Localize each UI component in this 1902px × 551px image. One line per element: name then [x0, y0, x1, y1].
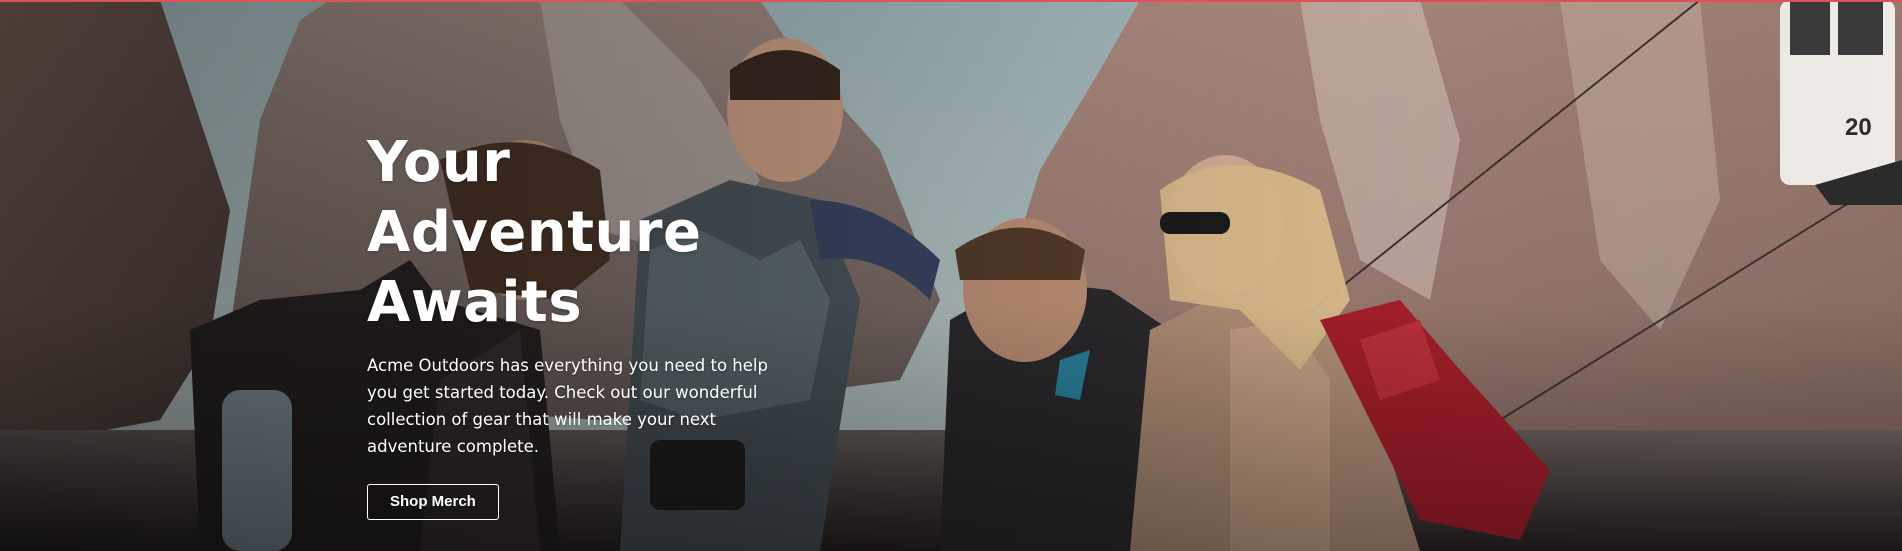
hero-title: Your Adventure Awaits	[367, 128, 837, 338]
shop-merch-button[interactable]: Shop Merch	[367, 484, 499, 520]
hero-description: Acme Outdoors has everything you need to…	[367, 356, 768, 456]
top-accent-bar	[0, 0, 1902, 2]
hero-banner: 20 Your Adventure	[0, 0, 1902, 551]
hero-content: Your Adventure Awaits Acme Outdoors has …	[367, 128, 837, 520]
hero-overlay	[0, 0, 1902, 551]
hero-title-line-2: Awaits	[367, 270, 583, 335]
hero-title-line-1: Your Adventure	[367, 130, 702, 265]
